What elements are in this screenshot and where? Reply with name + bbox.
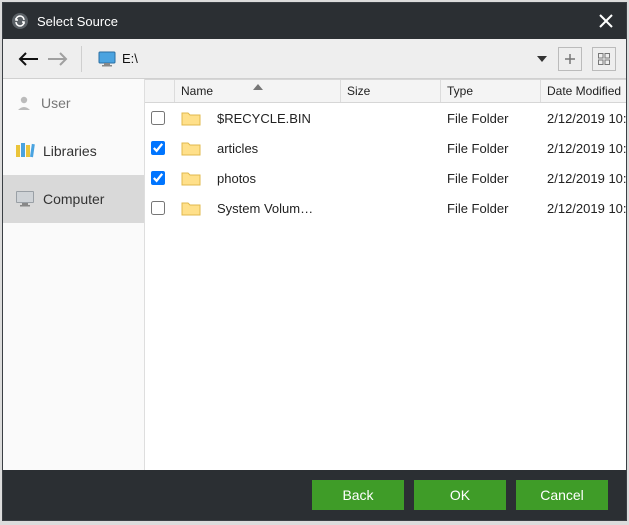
row-date: 2/12/2019 10:03 ... [541,163,626,193]
app-logo-icon [11,12,29,30]
footer: Back OK Cancel [3,470,626,520]
row-type: File Folder [441,193,541,223]
folder-icon [175,193,211,223]
folder-icon [175,133,211,163]
libraries-icon [15,142,35,160]
row-name: articles [211,133,341,163]
row-checkbox[interactable] [151,171,165,185]
file-listing: Name Size Type Date Modified [145,79,626,470]
row-date: 2/12/2019 10:02 ... [541,133,626,163]
path-box[interactable]: E:\ [92,45,536,73]
ok-button[interactable]: OK [414,480,506,510]
row-name: $RECYCLE.BIN [211,103,341,133]
sidebar: User Libraries Computer [3,79,145,470]
sidebar-label-user: User [41,95,71,111]
column-header-row: Name Size Type Date Modified [145,79,626,103]
column-header-size[interactable]: Size [341,80,441,102]
file-row[interactable]: photos File Folder 2/12/2019 10:03 ... [145,163,626,193]
file-row[interactable]: $RECYCLE.BIN File Folder 2/12/2019 10:02… [145,103,626,133]
column-header-date[interactable]: Date Modified [541,80,626,102]
toolbar: E:\ [3,39,626,79]
row-size [341,103,441,133]
cancel-button[interactable]: Cancel [516,480,608,510]
row-size [341,193,441,223]
grid-icon [598,53,610,65]
plus-icon [564,53,576,65]
window-title: Select Source [37,14,594,29]
sidebar-item-user[interactable]: User [3,79,144,127]
sidebar-item-computer[interactable]: Computer [3,175,144,223]
row-date: 2/12/2019 10:14 ... [541,193,626,223]
column-header-checkbox[interactable] [145,80,175,102]
row-date: 2/12/2019 10:02 ... [541,103,626,133]
close-button[interactable] [594,9,618,33]
new-folder-button[interactable] [558,47,582,71]
sidebar-label-computer: Computer [43,191,104,207]
file-row[interactable]: System Volum… File Folder 2/12/2019 10:1… [145,193,626,223]
nav-forward-button[interactable] [43,45,71,73]
computer-icon [15,190,35,208]
sidebar-label-libraries: Libraries [43,143,97,159]
folder-icon [175,103,211,133]
sidebar-item-libraries[interactable]: Libraries [3,127,144,175]
toolbar-separator [81,46,82,72]
body: User Libraries Computer [3,79,626,470]
column-header-name[interactable]: Name [175,80,341,102]
column-label-name: Name [181,84,213,98]
column-header-type[interactable]: Type [441,80,541,102]
nav-back-button[interactable] [15,45,43,73]
folder-icon [175,163,211,193]
file-row[interactable]: articles File Folder 2/12/2019 10:02 ... [145,133,626,163]
row-size [341,133,441,163]
file-rows: $RECYCLE.BIN File Folder 2/12/2019 10:02… [145,103,626,470]
sort-ascending-icon [253,79,263,93]
drive-icon [98,51,116,67]
titlebar: Select Source [3,3,626,39]
column-label-type: Type [447,84,473,98]
row-checkbox[interactable] [151,141,165,155]
user-icon [15,94,33,112]
path-dropdown-button[interactable] [536,55,548,63]
window: Select Source [2,2,627,521]
row-checkbox[interactable] [151,111,165,125]
view-grid-button[interactable] [592,47,616,71]
row-size [341,163,441,193]
row-type: File Folder [441,133,541,163]
row-name: System Volum… [211,193,341,223]
row-checkbox[interactable] [151,201,165,215]
row-name: photos [211,163,341,193]
column-label-size: Size [347,84,370,98]
back-button[interactable]: Back [312,480,404,510]
path-text: E:\ [122,51,138,66]
row-type: File Folder [441,163,541,193]
row-type: File Folder [441,103,541,133]
column-label-date: Date Modified [547,84,621,98]
